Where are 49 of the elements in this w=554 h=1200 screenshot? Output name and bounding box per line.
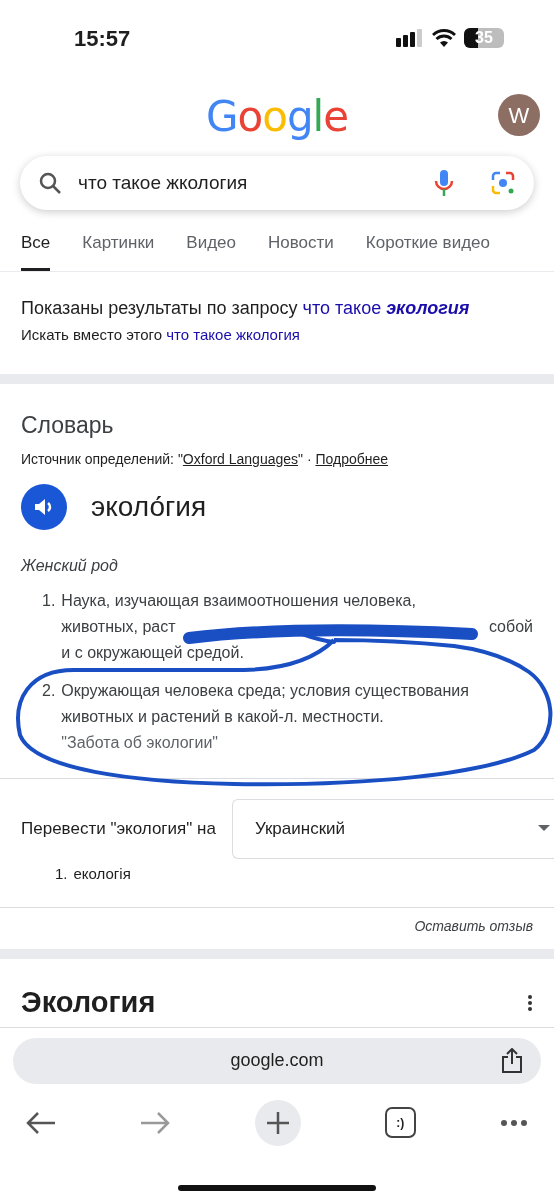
corrected-query-link[interactable]: что такое экология bbox=[302, 297, 470, 318]
speaker-button[interactable] bbox=[21, 483, 67, 530]
signal-icon bbox=[396, 29, 424, 47]
language-dropdown[interactable]: Украинский bbox=[231, 798, 554, 859]
search-tab[interactable]: Картинки bbox=[82, 230, 155, 271]
definition-text: Окружающая человека среда; условия существования bbox=[61, 680, 469, 701]
plus-icon bbox=[265, 1110, 290, 1135]
source-link[interactable]: Oxford Languages bbox=[182, 450, 299, 467]
search-icon bbox=[38, 171, 62, 195]
google-logo: Google bbox=[205, 90, 349, 143]
grammar-gender: Женский род bbox=[21, 555, 119, 576]
more-link[interactable]: Подробнее bbox=[315, 450, 389, 467]
more-options-icon[interactable] bbox=[527, 993, 533, 1012]
section-title: Экология bbox=[21, 985, 156, 1020]
status-time: 15:57 bbox=[74, 24, 131, 53]
source-line: Источник определений: "Oxford Languages" · Подробнее bbox=[21, 449, 390, 469]
camera-lens-icon[interactable] bbox=[490, 170, 516, 196]
account-avatar[interactable]: W bbox=[498, 94, 540, 136]
original-query-link[interactable]: что такое жкология bbox=[166, 325, 300, 343]
dropdown-caret-icon bbox=[538, 824, 550, 833]
search-field[interactable]: что такое жкология bbox=[20, 156, 534, 210]
definition-text: животных, раст bbox=[61, 616, 176, 637]
definition-text: и с окружающей средой. bbox=[61, 642, 244, 663]
definition-number: 1. bbox=[42, 590, 56, 611]
microphone-icon[interactable] bbox=[434, 169, 454, 197]
share-icon[interactable] bbox=[501, 1047, 523, 1074]
search-tab[interactable]: Короткие видео bbox=[365, 230, 490, 271]
dictionary-word: эколо́гия bbox=[91, 489, 207, 524]
definition-text: собой bbox=[488, 616, 533, 637]
feedback-link[interactable]: Оставить отзыв bbox=[414, 916, 533, 937]
usage-example: "Забота об экологии" bbox=[61, 732, 219, 753]
search-tab[interactable]: Новости bbox=[268, 230, 334, 271]
translation-number: 1. bbox=[55, 863, 68, 884]
definition-text: Наука, изучающая взаимоотношения человека, bbox=[61, 590, 416, 611]
back-arrow-icon[interactable] bbox=[26, 1110, 56, 1135]
search-tab[interactable]: Все bbox=[21, 230, 51, 271]
tabs-button[interactable]: :) bbox=[384, 1107, 416, 1138]
translate-label: Перевести "экология" на bbox=[21, 817, 216, 840]
address-bar[interactable]: google.com bbox=[13, 1037, 541, 1084]
more-menu-icon[interactable] bbox=[500, 1118, 528, 1127]
correction-message: Показаны результаты по запросу что такое экология bbox=[21, 296, 471, 320]
search-tab[interactable]: Видео bbox=[186, 230, 236, 271]
forward-arrow-icon[interactable] bbox=[140, 1110, 171, 1135]
definition-number: 2. bbox=[42, 680, 56, 701]
dictionary-title: Словарь bbox=[21, 411, 115, 440]
definition-text: животных и растений в какой-л. местности. bbox=[61, 706, 384, 727]
search-instead-message: Искать вместо этого что такое жкология bbox=[21, 324, 301, 345]
wifi-icon bbox=[432, 29, 456, 47]
translation-text: екологія bbox=[73, 863, 131, 884]
